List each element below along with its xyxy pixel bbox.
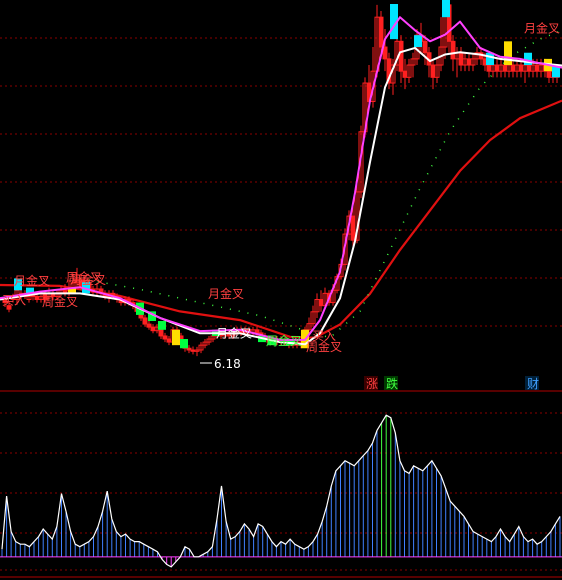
signal-bar: [180, 339, 188, 349]
candle-body: [510, 64, 516, 72]
indicator-tag: 财: [527, 377, 539, 391]
min-price-label: 6.18: [214, 357, 241, 371]
candle-body: [142, 317, 148, 325]
signal-bar: [414, 35, 422, 48]
crossover-annotation: 月金叉: [208, 286, 244, 301]
candle-body: [254, 329, 260, 334]
candle-body: [502, 64, 508, 72]
candle-body: [494, 64, 500, 72]
candle-body: [526, 64, 532, 72]
candle-body: [162, 335, 168, 340]
candle-body: [398, 40, 404, 72]
candle-body: [546, 70, 552, 78]
candle-body: [186, 347, 192, 351]
signal-bar: [158, 321, 166, 330]
candle-body: [318, 299, 324, 307]
candle-body: [378, 16, 384, 48]
crossover-annotation: 月金叉: [216, 326, 252, 341]
candle-body: [534, 64, 540, 72]
candle-body: [166, 338, 172, 343]
candle-body: [34, 295, 40, 301]
candle-body: [422, 40, 428, 54]
indicator-tag: 跌: [386, 376, 398, 391]
signal-bar: [172, 329, 180, 346]
crossover-annotation: 周金叉: [266, 333, 302, 348]
candle-body: [146, 323, 152, 328]
candle-body: [402, 70, 408, 78]
candle-body: [458, 52, 464, 66]
candle-body: [350, 215, 356, 241]
signal-bar: [442, 0, 450, 18]
crossover-annotation: 周金叉: [66, 269, 102, 284]
crossover-annotation: 月金叉: [524, 21, 560, 36]
signal-bar: [504, 41, 512, 66]
crossover-annotation: 买入: [2, 293, 26, 307]
candle-body: [430, 64, 436, 78]
candle-body: [190, 349, 196, 352]
indicator-tag: 涨: [366, 376, 378, 391]
crossover-annotation: 买入: [312, 329, 336, 343]
crossover-annotation: 周金叉: [42, 294, 78, 309]
candle-body: [518, 64, 524, 72]
crossover-annotation: 月金叉: [14, 273, 50, 288]
candle-body: [466, 58, 472, 66]
candle-body: [150, 326, 156, 332]
stock-chart: 月金叉 月金叉周金叉周金叉买入 月金叉月金叉周金叉 周金叉买入月金叉 6.18 涨跌财: [0, 0, 562, 580]
candle-body: [450, 40, 456, 60]
candle-body: [486, 64, 492, 72]
